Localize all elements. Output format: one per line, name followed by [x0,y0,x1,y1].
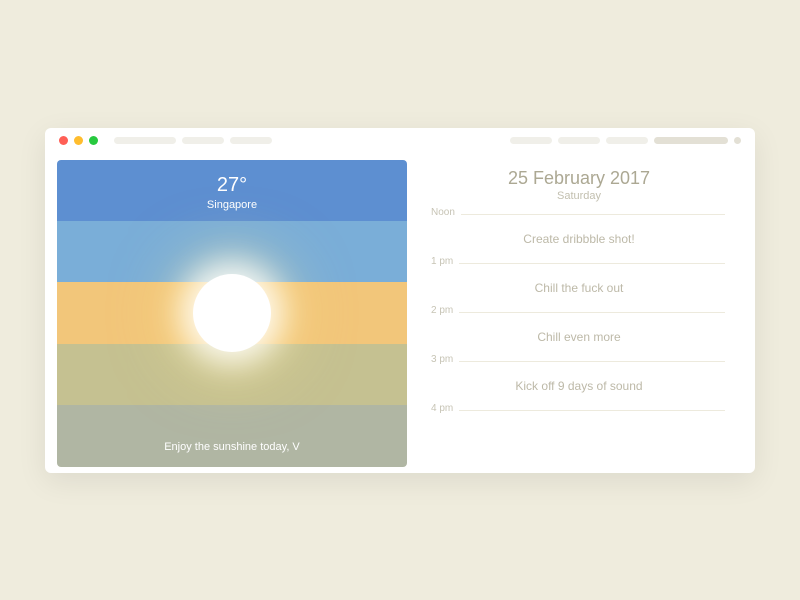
ground-band [57,344,407,405]
time-label: Noon [431,207,461,218]
tab-placeholder [114,137,176,144]
event-text: Kick off 9 days of sound [433,379,725,393]
tab-placeholder [654,137,728,144]
time-label: 2 pm [431,305,459,316]
time-label: 1 pm [431,256,459,267]
weather-header: 27° Singapore [57,174,407,211]
time-label: 3 pm [431,354,459,365]
time-slot[interactable]: Noon Create dribbble shot! [433,214,725,263]
event-text: Create dribbble shot! [433,232,725,246]
titlebar [45,128,755,154]
event-text: Chill even more [433,330,725,344]
content: 27° Singapore Enjoy the sunshine today, … [45,154,755,473]
weather-panel: 27° Singapore Enjoy the sunshine today, … [57,160,407,467]
tab-placeholder [182,137,224,144]
tab-placeholder [510,137,552,144]
timeline: Noon Create dribbble shot! 1 pm Chill th… [433,214,725,411]
ground-band [57,405,407,466]
date-header: 25 February 2017 Saturday [433,168,725,202]
time-label: 4 pm [431,403,459,414]
greeting-text: Enjoy the sunshine today, V [57,441,407,453]
tab-placeholder [230,137,272,144]
event-text: Chill the fuck out [433,281,725,295]
app-window: 27° Singapore Enjoy the sunshine today, … [45,128,755,473]
tab-placeholder [606,137,648,144]
day-text: Saturday [433,190,725,202]
schedule-panel: 25 February 2017 Saturday Noon Create dr… [407,154,755,473]
time-slot[interactable]: 3 pm Kick off 9 days of sound [433,361,725,410]
time-slot[interactable]: 1 pm Chill the fuck out [433,263,725,312]
date-text: 25 February 2017 [433,168,725,189]
temperature: 27° [57,174,407,197]
tab-placeholder [734,137,741,144]
sun-icon [193,274,271,352]
location: Singapore [57,199,407,211]
close-icon[interactable] [59,136,68,145]
time-slot: 4 pm [433,410,725,411]
tab-placeholder [558,137,600,144]
time-slot[interactable]: 2 pm Chill even more [433,312,725,361]
maximize-icon[interactable] [89,136,98,145]
minimize-icon[interactable] [74,136,83,145]
